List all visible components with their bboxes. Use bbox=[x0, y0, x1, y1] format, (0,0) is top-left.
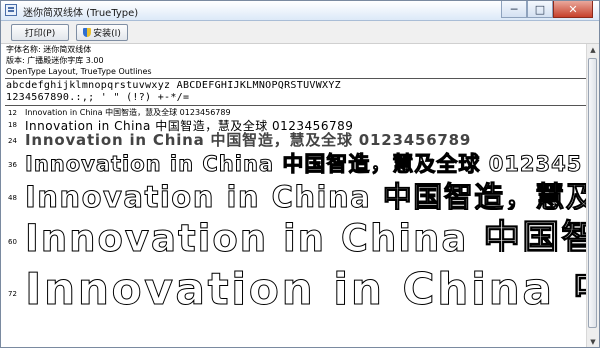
scroll-down-arrow-icon[interactable]: ▼ bbox=[587, 336, 599, 347]
sample-row-24: 24 Innovation in China 中国智造，慧及全球 0123456… bbox=[1, 129, 591, 149]
sample-text: Innovation in China 中国 bbox=[24, 264, 591, 308]
shield-icon bbox=[83, 28, 92, 37]
minimize-button[interactable]: ─ bbox=[501, 1, 527, 18]
sample-size-label: 36 bbox=[8, 161, 17, 169]
sample-size-label: 60 bbox=[8, 238, 17, 246]
charset-lowercase-uppercase: abcdefghijklmnopqrstuvwxyz ABCDEFGHIJKLM… bbox=[6, 80, 341, 91]
install-button-label: 安装(I) bbox=[93, 29, 121, 39]
print-button-label: 打印(P) bbox=[24, 29, 56, 39]
sample-size-label: 12 bbox=[8, 109, 17, 117]
vertical-scrollbar[interactable]: ▲ ▼ bbox=[586, 44, 599, 347]
charset-digits-punctuation: 1234567890.:,; ' " (!?) +-*/= bbox=[6, 92, 190, 103]
font-version-line: 版本: 广播殿迷你字库 3.00 bbox=[6, 56, 104, 65]
sample-size-label: 72 bbox=[8, 290, 17, 298]
window-controls: ─ □ ✕ bbox=[501, 1, 593, 19]
print-button[interactable]: 打印(P) bbox=[11, 24, 69, 41]
sample-size-label: 24 bbox=[8, 137, 17, 145]
window-title: 迷你简双线体 (TrueType) bbox=[23, 8, 139, 19]
font-viewer-window: 迷你简双线体 (TrueType) ─ □ ✕ 打印(P) 安装(I) 字体名称… bbox=[0, 0, 600, 348]
sample-size-label: 18 bbox=[8, 121, 17, 129]
sample-text: Innovation in China 中国智造， bbox=[24, 217, 591, 253]
sample-row-72: 72 Innovation in China 中国 bbox=[1, 253, 591, 308]
font-outline-line: OpenType Layout, TrueType Outlines bbox=[6, 67, 152, 76]
sample-row-36: 36 Innovation in China 中国智造，慧及全球 012345 bbox=[1, 148, 591, 177]
maximize-button[interactable]: □ bbox=[527, 1, 553, 18]
install-button[interactable]: 安装(I) bbox=[76, 24, 128, 41]
close-button[interactable]: ✕ bbox=[553, 1, 593, 18]
sample-text: Innovation in China 中国智造，慧及全球 0123456789 bbox=[25, 131, 472, 149]
sample-size-label: 48 bbox=[8, 194, 17, 202]
app-icon bbox=[5, 4, 17, 16]
font-name-line: 字体名称: 迷你简双线体 bbox=[6, 45, 92, 54]
scrollbar-thumb[interactable] bbox=[588, 58, 597, 328]
toolbar: 打印(P) 安装(I) bbox=[1, 21, 599, 44]
sample-text: Innovation in China 中国智造，慧及全球 012345 bbox=[24, 152, 583, 177]
scroll-up-arrow-icon[interactable]: ▲ bbox=[587, 44, 599, 56]
title-bar[interactable]: 迷你简双线体 (TrueType) ─ □ ✕ bbox=[1, 1, 599, 21]
font-info: 字体名称: 迷你简双线体 版本: 广播殿迷你字库 3.00 OpenType L… bbox=[6, 44, 152, 77]
sample-row-60: 60 Innovation in China 中国智造， bbox=[1, 208, 591, 253]
sample-row-48: 48 Innovation in China 中国智造，慧及 bbox=[1, 174, 591, 211]
divider bbox=[5, 78, 587, 79]
divider bbox=[5, 105, 587, 106]
sample-text: Innovation in China 中国智造，慧及 bbox=[24, 180, 591, 211]
